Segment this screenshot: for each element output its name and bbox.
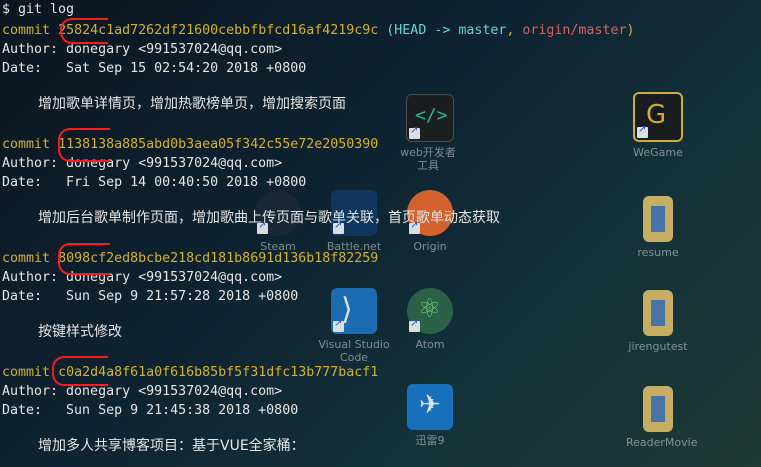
annotation-mark [58, 128, 110, 162]
author-line: Author: donegary <991537024@qq.com> [2, 270, 283, 285]
annotation-mark [52, 356, 108, 386]
commit-keyword: commit [2, 137, 51, 152]
annotation-mark [58, 243, 110, 275]
author-line: Author: donegary <991537024@qq.com> [2, 42, 283, 57]
author-line: Author: donegary <991537024@qq.com> [2, 384, 283, 399]
head-ref: HEAD -> master [394, 23, 507, 38]
command-prompt: $ git log [2, 2, 75, 17]
commit-message: 按键样式修改 [38, 324, 122, 340]
commit-message: 增加后台歌单制作页面，增加歌曲上传页面与歌单关联，首页歌单动态获取 [38, 210, 500, 226]
commit-keyword: commit [2, 365, 51, 380]
origin-ref: origin/master [522, 23, 627, 38]
refs-sep: , [506, 23, 523, 38]
terminal-output[interactable]: $ git log commit 25824c1ad7262df21600ceb… [0, 0, 761, 467]
refs-close: ) [626, 23, 635, 38]
author-line: Author: donegary <991537024@qq.com> [2, 156, 283, 171]
commit-keyword: commit [2, 23, 51, 38]
date-line: Date: Sun Sep 9 21:57:28 2018 +0800 [2, 289, 299, 304]
date-line: Date: Sat Sep 15 02:54:20 2018 +0800 [2, 61, 307, 76]
annotation-mark [60, 18, 108, 44]
commit-keyword: commit [2, 251, 51, 266]
date-line: Date: Fri Sep 14 00:40:50 2018 +0800 [2, 175, 307, 190]
refs-open: ( [378, 23, 395, 38]
commit-message: 增加多人共享博客项目：基于VUE全家桶： [38, 438, 305, 454]
commit-message: 增加歌单详情页，增加热歌榜单页，增加搜索页面 [38, 96, 346, 112]
date-line: Date: Sun Sep 9 21:45:38 2018 +0800 [2, 403, 299, 418]
